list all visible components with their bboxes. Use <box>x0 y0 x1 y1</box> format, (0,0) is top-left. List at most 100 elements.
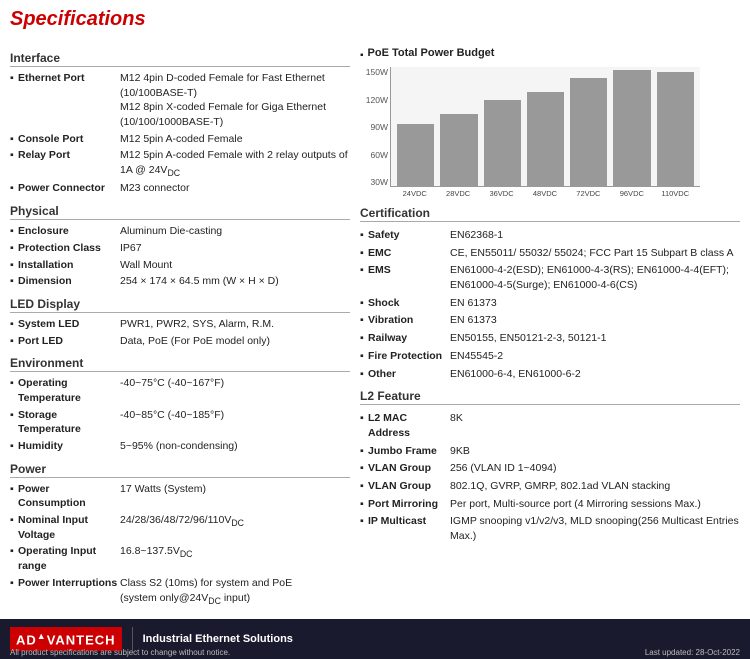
x-label: 36VDC <box>483 189 520 198</box>
value-port-mirroring: Per port, Multi-source port (4 Mirroring… <box>450 497 740 512</box>
y-label: 30W <box>362 177 388 187</box>
value-installation: Wall Mount <box>120 258 350 273</box>
label-protection-class: Protection Class <box>10 241 120 256</box>
value-emc: CE, EN55011/ 55032/ 55024; FCC Part 15 S… <box>450 246 740 261</box>
y-label: 150W <box>362 67 388 77</box>
label-operating-temp: Operating Temperature <box>10 376 120 405</box>
list-item: Fire Protection EN45545-2 <box>360 349 740 364</box>
list-item: Operating Temperature -40~75°C (-40~167°… <box>10 376 350 405</box>
list-item: Port LED Data, PoE (For PoE model only) <box>10 334 350 349</box>
value-relay-port: M12 5pin A-coded Female with 2 relay out… <box>120 148 350 179</box>
list-item: Enclosure Aluminum Die-casting <box>10 224 350 239</box>
list-item: Relay Port M12 5pin A-coded Female with … <box>10 148 350 179</box>
value-shock: EN 61373 <box>450 296 740 311</box>
value-l2-mac: 8K <box>450 411 740 440</box>
x-label: 48VDC <box>526 189 563 198</box>
label-vlan-group-1: VLAN Group <box>360 461 450 476</box>
footer-notice-right: Last updated: 28-Oct-2022 <box>645 648 740 657</box>
label-safety: Safety <box>360 228 450 243</box>
section-certification: Certification <box>360 206 740 222</box>
chart-bar <box>570 78 607 186</box>
logo-ad: AD <box>16 632 37 647</box>
label-installation: Installation <box>10 258 120 273</box>
list-item: EMS EN61000-4-2(ESD); EN61000-4-3(RS); E… <box>360 263 740 292</box>
list-item: Vibration EN 61373 <box>360 313 740 328</box>
label-shock: Shock <box>360 296 450 311</box>
list-item: System LED PWR1, PWR2, SYS, Alarm, R.M. <box>10 317 350 332</box>
list-item: Humidity 5~95% (non-condensing) <box>10 439 350 454</box>
value-power-connector: M23 connector <box>120 181 350 196</box>
chart-bar-group <box>570 78 607 186</box>
chart-bar-group <box>397 124 434 186</box>
y-label: 120W <box>362 95 388 105</box>
value-fire-protection: EN45545-2 <box>450 349 740 364</box>
section-physical: Physical <box>10 204 350 220</box>
value-vibration: EN 61373 <box>450 313 740 328</box>
label-power-interruptions: Power Interruptions <box>10 576 120 607</box>
label-l2-mac: L2 MAC Address <box>360 411 450 440</box>
right-column: ▪ PoE Total Power Budget 150W 120W 90W 6… <box>360 43 740 609</box>
x-label: 28VDC <box>439 189 476 198</box>
label-console-port: Console Port <box>10 132 120 147</box>
value-storage-temp: -40~85°C (-40~185°F) <box>120 408 350 437</box>
value-dimension: 254 × 174 × 64.5 mm (W × H × D) <box>120 274 350 289</box>
l2feature-section: L2 MAC Address 8K Jumbo Frame 9KB VLAN G… <box>360 411 740 544</box>
section-interface: Interface <box>10 51 350 67</box>
label-operating-range: Operating Input range <box>10 544 120 573</box>
poe-chart-title: PoE Total Power Budget <box>368 47 495 59</box>
chart-bar <box>484 100 521 186</box>
list-item: Power Consumption 17 Watts (System) <box>10 482 350 511</box>
label-vlan-group-2: VLAN Group <box>360 479 450 494</box>
label-dimension: Dimension <box>10 274 120 289</box>
value-vlan-group-2: 802.1Q, GVRP, GMRP, 802.1ad VLAN stackin… <box>450 479 740 494</box>
list-item: IP Multicast IGMP snooping v1/v2/v3, MLD… <box>360 514 740 543</box>
label-ems: EMS <box>360 263 450 292</box>
list-item: VLAN Group 802.1Q, GVRP, GMRP, 802.1ad V… <box>360 479 740 494</box>
value-console-port: M12 5pin A-coded Female <box>120 132 350 147</box>
chart-bar-group <box>484 100 521 186</box>
value-vlan-group-1: 256 (VLAN ID 1~4094) <box>450 461 740 476</box>
footer-notice: All product specifications are subject t… <box>0 648 750 657</box>
chart-bar-group <box>613 70 650 186</box>
x-label: 110VDC <box>657 189 694 198</box>
value-protection-class: IP67 <box>120 241 350 256</box>
value-power-interruptions: Class S2 (10ms) for system and PoE(syste… <box>120 576 350 607</box>
list-item: Installation Wall Mount <box>10 258 350 273</box>
value-system-led: PWR1, PWR2, SYS, Alarm, R.M. <box>120 317 350 332</box>
chart-bar-group <box>440 114 477 186</box>
footer-tagline: Industrial Ethernet Solutions <box>143 633 293 645</box>
label-enclosure: Enclosure <box>10 224 120 239</box>
chart-x-axis: 24VDC 28VDC 36VDC 48VDC 72VDC 96VDC 110V… <box>390 189 700 198</box>
label-port-led: Port LED <box>10 334 120 349</box>
logo-vantech: VANTECH <box>47 632 116 647</box>
label-fire-protection: Fire Protection <box>360 349 450 364</box>
section-l2feature: L2 Feature <box>360 389 740 405</box>
label-vibration: Vibration <box>360 313 450 328</box>
chart-bars-container <box>390 67 700 187</box>
list-item: Operating Input range 16.8~137.5VDC <box>10 544 350 573</box>
label-other: Other <box>360 367 450 382</box>
chart-bar <box>527 92 564 186</box>
label-storage-temp: Storage Temperature <box>10 408 120 437</box>
list-item: Power Interruptions Class S2 (10ms) for … <box>10 576 350 607</box>
label-system-led: System LED <box>10 317 120 332</box>
list-item: Protection Class IP67 <box>10 241 350 256</box>
list-item: VLAN Group 256 (VLAN ID 1~4094) <box>360 461 740 476</box>
list-item: Railway EN50155, EN50121-2-3, 50121-1 <box>360 331 740 346</box>
chart-y-axis: 150W 120W 90W 60W 30W <box>362 67 388 187</box>
value-port-led: Data, PoE (For PoE model only) <box>120 334 350 349</box>
value-railway: EN50155, EN50121-2-3, 50121-1 <box>450 331 740 346</box>
label-ip-multicast: IP Multicast <box>360 514 450 543</box>
value-power-consumption: 17 Watts (System) <box>120 482 350 511</box>
chart-bar <box>397 124 434 186</box>
list-item: EMC CE, EN55011/ 55032/ 55024; FCC Part … <box>360 246 740 261</box>
chart-bar <box>440 114 477 186</box>
label-humidity: Humidity <box>10 439 120 454</box>
section-power: Power <box>10 462 350 478</box>
label-nominal-voltage: Nominal Input Voltage <box>10 513 120 542</box>
chart-bar <box>657 72 694 186</box>
value-operating-temp: -40~75°C (-40~167°F) <box>120 376 350 405</box>
value-safety: EN62368-1 <box>450 228 740 243</box>
list-item: Safety EN62368-1 <box>360 228 740 243</box>
value-jumbo-frame: 9KB <box>450 444 740 459</box>
